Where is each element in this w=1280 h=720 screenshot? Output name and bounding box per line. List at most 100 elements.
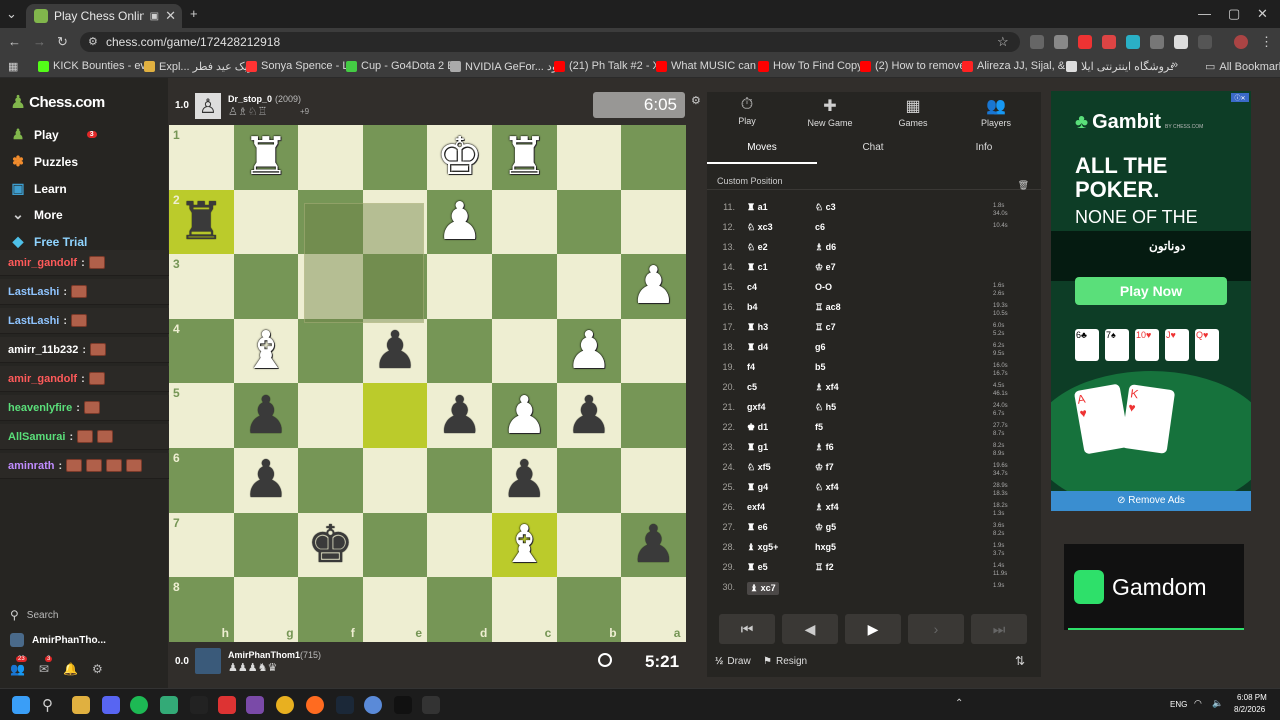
back-icon[interactable]: ← [8,34,21,49]
white-pawn-piece[interactable]: ♟ [557,319,622,384]
white-move[interactable]: ♜ c1 [747,262,768,273]
board-square[interactable] [556,512,622,578]
board-square[interactable] [621,318,686,384]
white-bishop-piece[interactable]: ♝ [492,513,557,578]
taskbar-search-icon[interactable]: ⚲ [42,696,53,714]
white-move[interactable]: ♜ d4 [747,342,768,353]
black-move[interactable]: hxg5 [815,542,836,552]
wifi-icon[interactable]: ◠ [1194,698,1202,709]
white-move[interactable]: ♝ xc7 [747,582,779,595]
sidebar-item-learn[interactable]: ▣ Learn [10,180,66,197]
white-pawn-piece[interactable]: ♟ [492,383,557,448]
tab-mute-icon[interactable]: ▣ [150,11,159,22]
board-square[interactable] [492,254,557,319]
bookmark-item[interactable]: Alireza JJ, Sijal, & N... [962,60,1069,72]
gambit-ad[interactable]: ⓘ✕ ♣ Gambit BY CHESS.COM ALL THE POKER. … [1051,91,1251,511]
extension-4-icon[interactable] [1150,35,1164,49]
ad-choices-icon[interactable]: ⓘ✕ [1231,93,1249,102]
all-bookmarks[interactable]: ▭ All Bookmarks [1205,60,1280,74]
browser-menu-icon[interactable]: ⋮ [1260,34,1273,50]
white-move[interactable]: ♘ xf5 [747,462,771,473]
black-move[interactable]: ♔ g5 [815,522,836,533]
white-move[interactable]: ♜ g4 [747,482,768,493]
black-pawn-piece[interactable]: ♟ [363,319,428,384]
tray-chevron-icon[interactable]: ⌃ [955,698,963,709]
black-move[interactable]: ♗ xf4 [815,502,839,513]
black-move[interactable]: ♗ d6 [815,242,836,253]
chess-logo[interactable]: ♟ Chess.com [10,92,105,113]
bottom-player-name[interactable]: AmirPhanThom1 [228,650,300,660]
terminal-icon[interactable] [422,696,440,714]
board-square[interactable] [298,125,363,190]
subtab-info[interactable]: Info [929,142,1039,153]
white-move[interactable]: c4 [747,282,757,292]
board-square[interactable] [621,383,686,448]
firefox-icon[interactable] [306,696,324,714]
draw-button[interactable]: ½ Draw [715,656,751,667]
trash-icon[interactable]: 🗑 [1018,176,1029,194]
file-explorer-icon[interactable] [72,696,90,714]
window-close-icon[interactable]: ✕ [1257,6,1268,22]
white-rook-piece[interactable]: ♜ [234,125,299,190]
board-square[interactable] [233,254,299,319]
extension-d-icon[interactable] [1054,35,1068,49]
extension-3-icon[interactable] [1126,35,1140,49]
resign-button[interactable]: ⚑ Resign [763,656,807,667]
board-square[interactable] [621,125,686,190]
black-pawn-piece[interactable]: ♟ [621,513,686,578]
black-move[interactable]: ♔ e7 [815,262,836,273]
white-move[interactable]: c5 [747,382,757,392]
bookmark-item[interactable]: KICK Bounties - eve... [38,60,145,72]
white-move[interactable]: ♘ xc3 [747,222,773,233]
white-move[interactable]: gxf4 [747,402,766,412]
messages-icon[interactable]: ✉ 3 [39,656,53,676]
black-pawn-piece[interactable]: ♟ [427,383,492,448]
black-move[interactable]: f5 [815,422,823,432]
white-move[interactable]: exf4 [747,502,765,512]
browser-tab-active[interactable]: Play Chess Online for FREE ▣ ✕ [26,4,182,28]
black-pawn-piece[interactable]: ♟ [557,383,622,448]
board-square[interactable] [298,318,363,384]
board-square[interactable] [362,448,428,513]
app-green-icon[interactable] [160,696,178,714]
board-square[interactable] [427,254,492,319]
black-move[interactable]: ♖ ac8 [815,302,841,313]
bookmark-item[interactable]: (21) Ph Talk #2 - XX... [554,60,661,72]
board-square[interactable] [298,448,363,513]
black-move[interactable]: ♔ f7 [815,462,834,473]
bookmark-item[interactable]: Sonya Spence - Let... [246,60,353,72]
white-pawn-piece[interactable]: ♟ [427,190,492,255]
volume-icon[interactable]: 🔈 [1212,698,1223,709]
bookmarks-overflow-icon[interactable]: » [1172,59,1178,71]
reload-icon[interactable]: ↻ [57,34,68,50]
prev-move-button[interactable]: ◀ [782,614,838,644]
board-square[interactable] [556,448,622,513]
app-red-icon[interactable] [218,696,236,714]
panel-tab-games[interactable]: ▦ Games [873,96,953,128]
tab-close-icon[interactable]: ✕ [165,8,182,24]
white-move[interactable]: ♝ xg5+ [747,542,778,553]
next-move-button[interactable]: ▶ [845,614,901,644]
sidebar-item-puzzles[interactable]: ✽ Puzzles [10,153,78,170]
chrome-icon[interactable] [276,696,294,714]
black-move[interactable]: ♖ f2 [815,562,834,573]
white-move[interactable]: ♚ d1 [747,422,768,433]
board-square[interactable] [362,383,428,448]
white-bishop-piece[interactable]: ♝ [234,319,299,384]
notifications-icon[interactable]: 🔔 [63,662,78,676]
board-square[interactable] [427,318,492,384]
black-move[interactable]: ♘ c3 [815,202,836,213]
white-pawn-piece[interactable]: ♟ [621,254,686,319]
black-rook-piece[interactable]: ♜ [169,190,234,255]
panel-tab-players[interactable]: 👥 Players [956,96,1036,128]
top-player-name[interactable]: Dr_stop_0 [228,94,272,104]
board-square[interactable] [621,189,686,255]
board-square[interactable] [492,189,557,255]
sidebar-search[interactable]: ⚲ Search [10,608,58,622]
app-r-icon[interactable] [246,696,264,714]
bookmark-item[interactable]: How To Find Copyri... [758,60,865,72]
board-square[interactable] [233,512,299,578]
white-move[interactable]: ♜ a1 [747,202,768,213]
board-square[interactable] [621,448,686,513]
black-move[interactable]: b5 [815,362,826,372]
